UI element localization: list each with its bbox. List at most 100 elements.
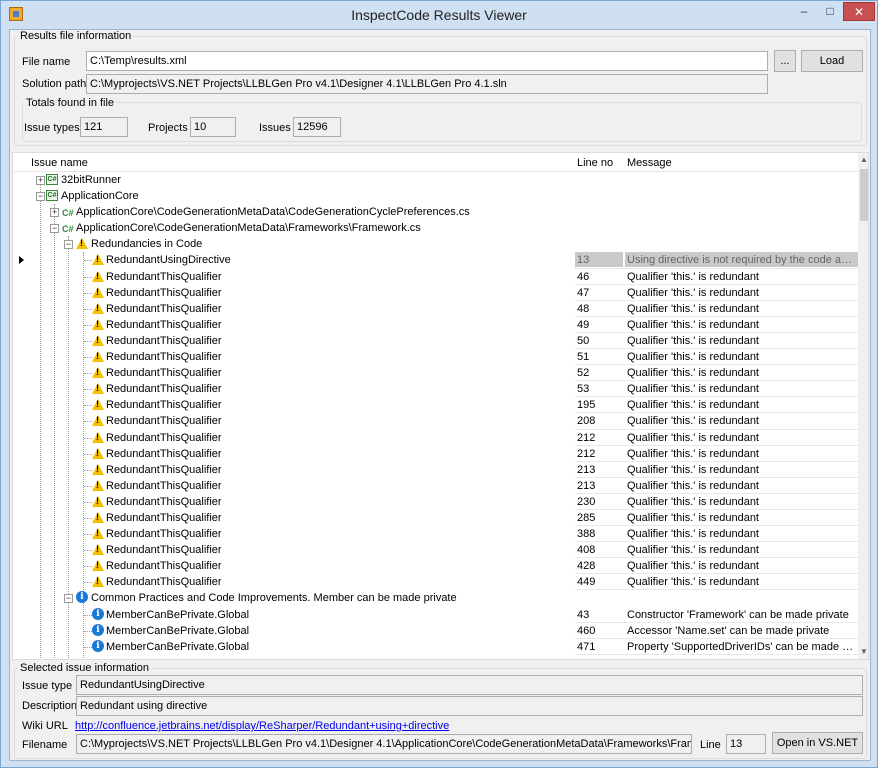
issue-row[interactable]: RedundantThisQualifier 48 Qualifier 'this.…: [13, 301, 858, 317]
collapse-icon[interactable]: −: [64, 594, 73, 604]
issue-row[interactable]: RedundantThisQualifier 52 Qualifier 'this.…: [13, 365, 858, 382]
warning-icon: [92, 560, 104, 572]
tree-row-project[interactable]: + C# 32bitRunner: [13, 172, 858, 188]
warning-icon: [92, 399, 104, 411]
tree-row-file[interactable]: + C# ApplicationCore\CodeGenerationMetaD…: [13, 204, 858, 220]
projects-value: 10: [190, 117, 236, 137]
issue-row[interactable]: RedundantUsingDirective 13Using directive…: [13, 252, 858, 269]
line-number: 195: [577, 399, 596, 412]
issue-row[interactable]: RedundantThisQualifier 388 Qualifier 'this…: [13, 526, 858, 543]
vertical-scrollbar[interactable]: ▲ ▼: [858, 153, 868, 659]
tree-row-category[interactable]: − i Common Practices and Code Improvemen…: [13, 590, 858, 606]
line-number: 285: [577, 511, 596, 524]
issue-row[interactable]: RedundantThisQualifier 49 Qualifier 'this.…: [13, 317, 858, 333]
wiki-url-link[interactable]: http://confluence.jetbrains.net/display/…: [75, 720, 449, 732]
issue-row[interactable]: i MemberCanBePrivate.Global 460 Accessor 'N…: [13, 623, 858, 639]
issue-message: Qualifier 'this.' is redundant: [627, 383, 759, 396]
tree-line: [84, 566, 92, 568]
browse-button[interactable]: ...: [774, 50, 796, 72]
line-number: 208: [577, 415, 596, 428]
issue-message: Qualifier 'this.' is redundant: [627, 270, 759, 283]
tree-row-file[interactable]: − C# ApplicationCore\CodeGenerationMetaD…: [13, 220, 858, 236]
expand-icon[interactable]: +: [50, 208, 59, 218]
column-header-message[interactable]: Message: [627, 157, 672, 169]
tree-line: [84, 550, 92, 552]
maximize-button[interactable]: □: [817, 2, 843, 21]
close-button[interactable]: ✕: [843, 2, 875, 21]
issue-row[interactable]: i MemberCanBePrivate.Global 471 Property 'S…: [13, 639, 858, 655]
issue-message: Qualifier 'this.' is redundant: [627, 576, 759, 589]
column-header-line-no[interactable]: Line no: [577, 157, 613, 169]
scrollbar-thumb[interactable]: [860, 169, 868, 221]
issue-row[interactable]: RedundantThisQualifier 50 Qualifier 'this.…: [13, 333, 858, 350]
issue-row[interactable]: RedundantThisQualifier 208 Qualifier 'this…: [13, 413, 858, 430]
issue-message: Qualifier 'this.' is redundant: [627, 511, 759, 524]
open-in-vsnet-button[interactable]: Open in VS.NET: [772, 732, 863, 754]
issue-row[interactable]: RedundantThisQualifier 285 Qualifier 'this…: [13, 510, 858, 527]
issue-message: Qualifier 'this.' is redundant: [627, 431, 759, 444]
issue-row[interactable]: RedundantThisQualifier 46 Qualifier 'this.…: [13, 269, 858, 285]
file-name-input[interactable]: C:\Temp\results.xml: [86, 51, 768, 71]
warning-icon: [92, 334, 104, 346]
issue-message: Qualifier 'this.' is redundant: [627, 463, 759, 476]
collapse-icon[interactable]: −: [64, 240, 73, 250]
load-button[interactable]: Load: [801, 50, 863, 72]
project-name: 32bitRunner: [61, 174, 121, 186]
tree-line: [84, 469, 92, 471]
warning-icon: [92, 286, 104, 298]
totals-group-label: Totals found in file: [24, 97, 117, 109]
file-name-label: File name: [22, 56, 71, 68]
line-number: 408: [577, 544, 596, 557]
tree-line: [84, 260, 92, 262]
issue-row[interactable]: RedundantThisQualifier 408 Qualifier 'this…: [13, 542, 858, 559]
scroll-down-icon[interactable]: ▼: [860, 647, 868, 656]
warning-icon: [92, 544, 104, 556]
collapse-icon[interactable]: −: [36, 192, 45, 202]
warning-icon: [92, 447, 104, 459]
tree-line: [84, 453, 92, 455]
issue-row[interactable]: i MemberCanBePrivate.Global 43 Constructor …: [13, 607, 858, 623]
scroll-up-icon[interactable]: ▲: [860, 155, 868, 164]
collapse-icon[interactable]: −: [50, 224, 59, 234]
column-header-issue-name[interactable]: Issue name: [31, 157, 88, 169]
issue-type-name: RedundantThisQualifier: [106, 399, 222, 412]
issue-row[interactable]: RedundantThisQualifier 449 Qualifier 'this…: [13, 574, 858, 591]
issue-row[interactable]: RedundantThisQualifier 53 Qualifier 'this.…: [13, 381, 858, 398]
issue-type-name: RedundantThisQualifier: [106, 351, 222, 364]
issue-type-name: RedundantUsingDirective: [106, 254, 231, 267]
warning-icon: [92, 318, 104, 330]
line-number: 47: [577, 286, 590, 299]
issue-type-name: RedundantThisQualifier: [106, 560, 222, 573]
tree-row-project[interactable]: − C# ApplicationCore: [13, 188, 858, 204]
line-number: 388: [577, 528, 596, 541]
issue-type-name: RedundantThisQualifier: [106, 286, 222, 299]
issue-type-name: RedundantThisQualifier: [106, 495, 222, 508]
line-number: 212: [577, 431, 596, 444]
issue-message: Qualifier 'this.' is redundant: [627, 302, 759, 315]
tree-line: [84, 534, 92, 536]
issue-row[interactable]: RedundantThisQualifier 213 Qualifier 'this…: [13, 462, 858, 478]
issue-row[interactable]: RedundantThisQualifier 213 Qualifier 'this…: [13, 478, 858, 494]
issue-row[interactable]: RedundantThisQualifier 51 Qualifier 'this.…: [13, 349, 858, 366]
issue-row[interactable]: RedundantThisQualifier 428 Qualifier 'this…: [13, 558, 858, 575]
issue-type-name: MemberCanBePrivate.Global: [106, 624, 250, 637]
issue-message: Qualifier 'this.' is redundant: [627, 286, 759, 299]
csharp-project-icon: C#: [46, 174, 58, 185]
issue-row[interactable]: RedundantThisQualifier 212 Qualifier 'this…: [13, 430, 858, 446]
tree-row-category[interactable]: − Redundancies in Code: [13, 236, 858, 252]
issues-value: 12596: [293, 117, 341, 137]
expand-icon[interactable]: +: [36, 176, 45, 185]
warning-icon: [92, 576, 104, 588]
issue-row[interactable]: RedundantThisQualifier 47 Qualifier 'this.…: [13, 285, 858, 301]
results-tree-grid[interactable]: Issue name Line no Message + C# 32bitRun…: [12, 152, 869, 660]
tree-line: [84, 421, 92, 423]
warning-icon: [92, 302, 104, 314]
tree-line: [84, 340, 92, 342]
issue-row[interactable]: RedundantThisQualifier 212 Qualifier 'this…: [13, 446, 858, 462]
minimize-button[interactable]: –: [791, 2, 817, 21]
tree-line: [84, 614, 92, 616]
issue-row[interactable]: RedundantThisQualifier 195 Qualifier 'this…: [13, 397, 858, 414]
solution-path-label: Solution path: [22, 78, 87, 90]
issue-type-name: RedundantThisQualifier: [106, 576, 222, 589]
issue-row[interactable]: RedundantThisQualifier 230 Qualifier 'this…: [13, 494, 858, 510]
